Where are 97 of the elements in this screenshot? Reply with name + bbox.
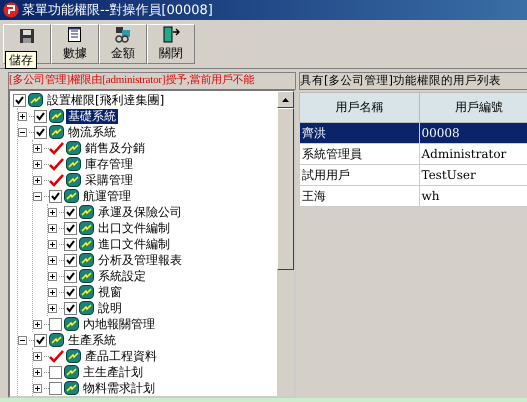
tree-item[interactable]: 視窗 bbox=[96, 284, 124, 300]
tree-item[interactable]: 銷售及分銷 bbox=[83, 140, 147, 156]
tree-item[interactable]: 承運及保險公司 bbox=[96, 204, 184, 220]
lightning-icon bbox=[66, 141, 81, 155]
lightning-icon bbox=[66, 349, 81, 363]
checkbox[interactable] bbox=[64, 270, 77, 282]
lightning-icon bbox=[64, 381, 79, 395]
tree-item[interactable]: 主生產計划 bbox=[81, 364, 145, 380]
checkbox[interactable] bbox=[34, 126, 47, 138]
tree-item[interactable]: 航運管理 bbox=[81, 188, 133, 204]
checkbox[interactable] bbox=[64, 206, 77, 218]
table-cell[interactable]: 系統管理員 bbox=[300, 144, 419, 164]
checkbox[interactable] bbox=[13, 94, 26, 106]
notice-text: [多公司管理]權限由[administrator]授予,當前用戶不能 bbox=[8, 72, 296, 89]
checkbox[interactable] bbox=[64, 254, 77, 266]
collapse-toggle[interactable] bbox=[18, 128, 27, 136]
tree-item[interactable]: 進口文件編制 bbox=[96, 236, 172, 252]
expand-toggle[interactable] bbox=[48, 240, 57, 248]
expand-toggle[interactable] bbox=[48, 224, 57, 232]
lightning-icon bbox=[79, 301, 94, 315]
expand-toggle[interactable] bbox=[48, 288, 57, 296]
lightning-icon bbox=[79, 269, 94, 283]
expand-toggle[interactable] bbox=[48, 256, 57, 264]
expand-toggle[interactable] bbox=[33, 368, 42, 376]
table-cell[interactable]: 王海 bbox=[300, 186, 419, 206]
up-arrow-icon bbox=[282, 98, 289, 102]
expand-toggle[interactable] bbox=[33, 144, 42, 152]
expand-toggle[interactable] bbox=[33, 176, 42, 184]
lightning-icon bbox=[64, 365, 79, 379]
tree-item[interactable]: 內地報關管理 bbox=[81, 316, 157, 332]
lightning-icon bbox=[79, 253, 94, 267]
expand-toggle[interactable] bbox=[33, 384, 42, 392]
expand-toggle[interactable] bbox=[48, 208, 57, 216]
tree-item[interactable]: 庫存管理 bbox=[83, 156, 135, 172]
checkbox[interactable] bbox=[64, 238, 77, 250]
collapse-toggle[interactable] bbox=[18, 336, 27, 344]
tick-mark-icon[interactable] bbox=[49, 174, 64, 186]
checkbox[interactable] bbox=[49, 366, 62, 378]
app-logo-icon bbox=[3, 2, 19, 18]
lightning-icon bbox=[79, 237, 94, 251]
tick-mark-icon[interactable] bbox=[49, 142, 64, 154]
tree-item[interactable]: 生產系統 bbox=[66, 332, 118, 348]
tree-item[interactable]: 出口文件編制 bbox=[96, 220, 172, 236]
scroll-up-button[interactable] bbox=[277, 91, 294, 108]
table-cell[interactable]: 齊洪 bbox=[300, 122, 419, 144]
checkbox[interactable] bbox=[49, 190, 62, 202]
checkbox[interactable] bbox=[49, 318, 62, 330]
lightning-icon bbox=[64, 317, 79, 331]
lightning-icon bbox=[66, 157, 81, 171]
money-button[interactable]: 金額 bbox=[99, 24, 147, 64]
floppy-icon bbox=[19, 28, 35, 44]
document-icon bbox=[67, 26, 83, 43]
expand-toggle[interactable] bbox=[48, 304, 57, 312]
tick-mark-icon[interactable] bbox=[49, 350, 64, 362]
table-cell[interactable]: 00008 bbox=[419, 122, 527, 144]
expand-toggle[interactable] bbox=[33, 320, 42, 328]
checkbox[interactable] bbox=[64, 222, 77, 234]
tree-item[interactable]: 采購管理 bbox=[83, 172, 135, 188]
tree-item[interactable]: 說明 bbox=[96, 300, 124, 316]
lightning-icon bbox=[49, 333, 64, 347]
checkbox[interactable] bbox=[64, 286, 77, 298]
table-cell[interactable]: 試用用戶 bbox=[300, 164, 419, 186]
tree-item[interactable]: 基礎系統 bbox=[66, 108, 118, 124]
expand-toggle[interactable] bbox=[33, 352, 42, 360]
cash-icon bbox=[114, 26, 132, 43]
lightning-icon bbox=[64, 189, 79, 203]
lightning-icon bbox=[79, 285, 94, 299]
tick-mark-icon[interactable] bbox=[49, 158, 64, 170]
column-header[interactable]: 用戶名稱 bbox=[300, 92, 419, 122]
checkbox[interactable] bbox=[64, 302, 77, 314]
lightning-icon bbox=[49, 109, 64, 123]
window-title: 菜單功能權限--對操作員[00008] bbox=[22, 2, 213, 19]
tree-item[interactable]: 產品工程資料 bbox=[83, 348, 159, 364]
lightning-icon bbox=[66, 173, 81, 187]
expand-toggle[interactable] bbox=[33, 160, 42, 168]
checkbox[interactable] bbox=[34, 334, 47, 346]
checkbox[interactable] bbox=[34, 110, 47, 122]
door-icon bbox=[162, 26, 180, 43]
lightning-icon bbox=[49, 125, 64, 139]
scroll-thumb[interactable] bbox=[277, 108, 294, 270]
data-button[interactable]: 數據 bbox=[51, 24, 99, 64]
tooltip: 儲存 bbox=[5, 51, 37, 69]
exit-button[interactable]: 關閉 bbox=[147, 24, 195, 64]
lightning-icon bbox=[79, 221, 94, 235]
collapse-toggle[interactable] bbox=[33, 192, 42, 200]
expand-toggle[interactable] bbox=[18, 112, 27, 120]
tree-item[interactable]: 分析及管理報表 bbox=[96, 252, 184, 268]
tree-item[interactable]: 物料需求計划 bbox=[81, 380, 157, 396]
column-header[interactable]: 用戶編號 bbox=[419, 92, 527, 122]
list-title: 具有[多公司管理]功能權限的用戶列表 bbox=[299, 72, 527, 90]
checkbox[interactable] bbox=[49, 382, 62, 394]
tree-item[interactable]: 設置權限[飛利達集團] bbox=[45, 92, 166, 108]
tree-item[interactable]: 物流系統 bbox=[66, 124, 118, 140]
expand-toggle[interactable] bbox=[48, 272, 57, 280]
lightning-icon bbox=[79, 205, 94, 219]
tree-item[interactable]: 系統設定 bbox=[96, 268, 148, 284]
lightning-icon bbox=[28, 93, 43, 107]
